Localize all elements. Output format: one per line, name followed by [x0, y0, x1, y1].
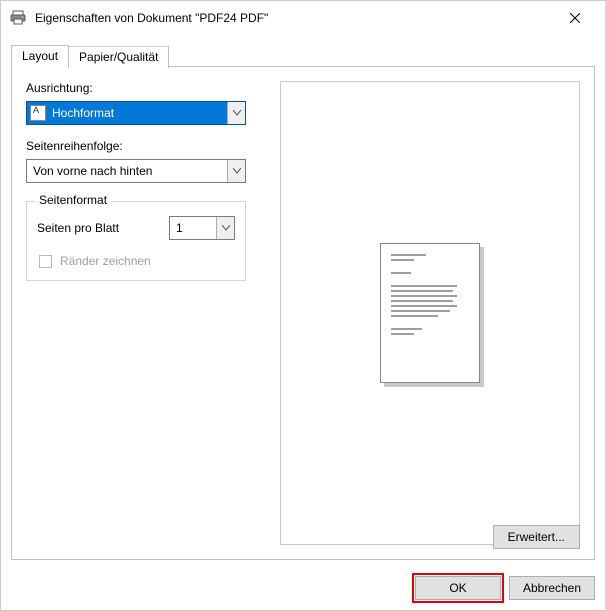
- pageorder-value: Von vorne nach hinten: [27, 164, 227, 178]
- close-icon: [570, 13, 580, 23]
- orientation-value: Hochformat: [50, 106, 227, 120]
- orientation-combo[interactable]: Hochformat: [26, 101, 246, 125]
- titlebar: Eigenschaften von Dokument "PDF24 PDF": [1, 1, 605, 35]
- window-title: Eigenschaften von Dokument "PDF24 PDF": [35, 11, 553, 25]
- tab-layout[interactable]: Layout: [11, 45, 69, 67]
- pageorder-combo[interactable]: Von vorne nach hinten: [26, 159, 246, 183]
- pages-per-sheet-arrow[interactable]: [216, 217, 234, 239]
- pages-per-sheet-label: Seiten pro Blatt: [37, 221, 169, 235]
- checkbox-icon: [39, 255, 52, 268]
- draw-borders-checkbox: Ränder zeichnen: [37, 254, 235, 268]
- page-format-group: Seitenformat Seiten pro Blatt 1: [26, 201, 246, 281]
- cancel-button[interactable]: Abbrechen: [509, 576, 595, 600]
- orientation-label: Ausrichtung:: [26, 81, 266, 95]
- ok-button[interactable]: OK: [415, 576, 501, 600]
- tab-paper-quality[interactable]: Papier/Qualität: [68, 46, 169, 68]
- preview-page-icon: [380, 243, 480, 383]
- pages-per-sheet-value: 1: [170, 221, 216, 235]
- printer-icon: [9, 9, 27, 27]
- pages-per-sheet-combo[interactable]: 1: [169, 216, 235, 240]
- draw-borders-label: Ränder zeichnen: [60, 254, 151, 268]
- chevron-down-icon: [233, 168, 241, 174]
- orientation-combo-arrow[interactable]: [227, 102, 245, 124]
- portrait-page-icon: [30, 105, 46, 121]
- pageorder-combo-arrow[interactable]: [227, 160, 245, 182]
- chevron-down-icon: [233, 110, 241, 116]
- properties-dialog: Eigenschaften von Dokument "PDF24 PDF" L…: [0, 0, 606, 611]
- tab-strip: Layout Papier/Qualität: [11, 45, 595, 67]
- advanced-button[interactable]: Erweitert...: [493, 525, 580, 549]
- dialog-footer: OK Abbrechen: [415, 576, 595, 600]
- tabpage-layout: Ausrichtung: Hochformat Seitenreihenfolg…: [11, 66, 595, 560]
- close-button[interactable]: [553, 3, 597, 33]
- pageorder-label: Seitenreihenfolge:: [26, 139, 266, 153]
- chevron-down-icon: [222, 225, 230, 231]
- page-preview: [280, 81, 580, 545]
- page-format-legend: Seitenformat: [35, 193, 111, 207]
